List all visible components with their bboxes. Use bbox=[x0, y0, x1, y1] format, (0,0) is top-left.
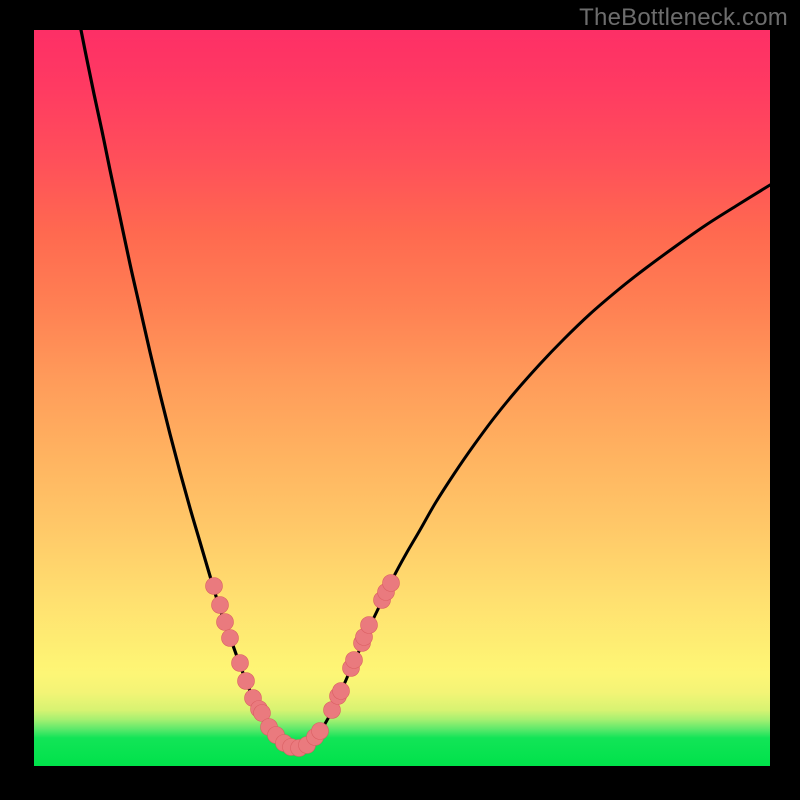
chart-plot-area bbox=[34, 30, 770, 766]
data-marker bbox=[232, 655, 249, 672]
curve-markers bbox=[206, 575, 400, 757]
data-marker bbox=[206, 578, 223, 595]
data-marker bbox=[217, 614, 234, 631]
data-marker bbox=[383, 575, 400, 592]
curve-right bbox=[299, 185, 770, 748]
chart-svg bbox=[34, 30, 770, 766]
data-marker bbox=[222, 630, 239, 647]
data-marker bbox=[312, 723, 329, 740]
data-marker bbox=[346, 652, 363, 669]
watermark-text: TheBottleneck.com bbox=[579, 4, 788, 32]
data-marker bbox=[238, 673, 255, 690]
data-marker bbox=[361, 617, 378, 634]
data-marker bbox=[333, 683, 350, 700]
curve-left bbox=[81, 30, 299, 748]
data-marker bbox=[212, 597, 229, 614]
chart-frame: TheBottleneck.com bbox=[0, 0, 800, 800]
